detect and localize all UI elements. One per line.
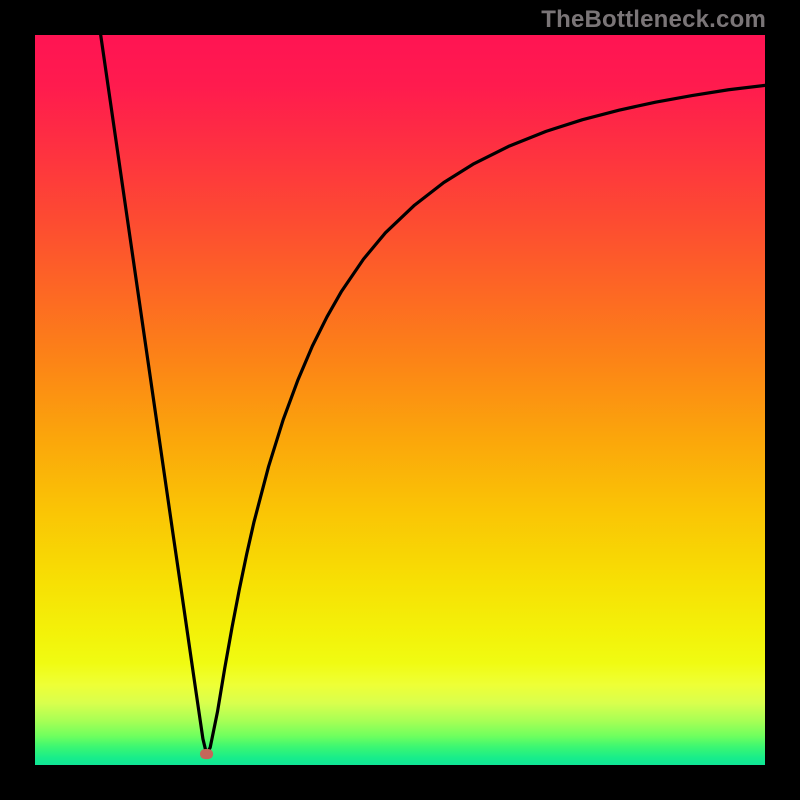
- optimal-marker: [200, 749, 213, 759]
- watermark-text: TheBottleneck.com: [541, 6, 766, 34]
- gradient-background: [35, 35, 765, 765]
- chart-frame: TheBottleneck.com: [0, 0, 800, 800]
- chart-plot: [35, 35, 765, 765]
